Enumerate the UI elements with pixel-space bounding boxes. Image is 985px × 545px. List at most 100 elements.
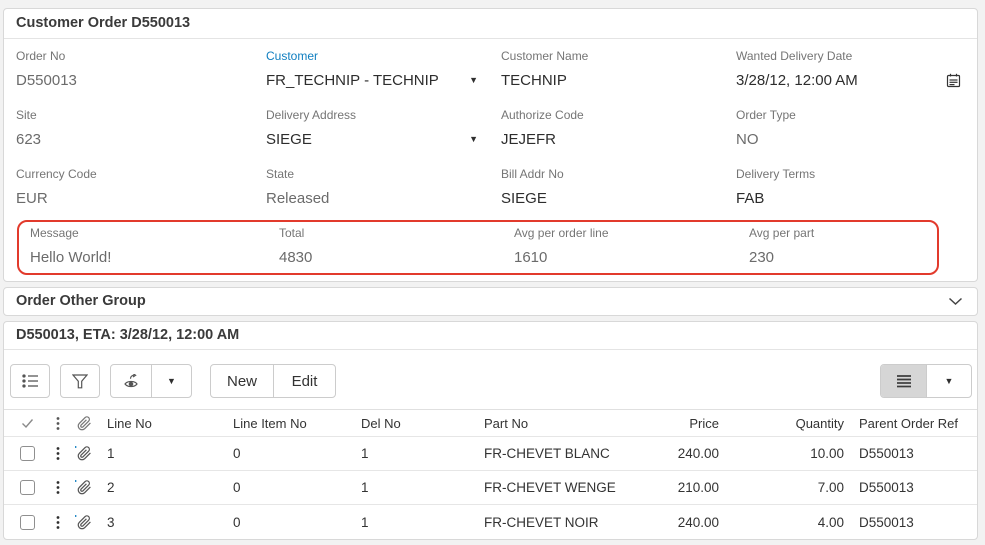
table-row[interactable]: + 2 0 1 FR-CHEVET WENGE 210.00 7.00 D550… bbox=[4, 471, 977, 505]
cell-line-no: 1 bbox=[102, 446, 229, 461]
row-menu-ellipsis-icon[interactable] bbox=[50, 480, 66, 495]
row-menu-ellipsis-icon[interactable] bbox=[50, 515, 66, 530]
filter-funnel-icon bbox=[72, 374, 88, 389]
customer-combobox[interactable]: FR_TECHNIP - TECHNIP ▼ bbox=[266, 71, 478, 90]
plus-icon: + bbox=[73, 446, 79, 452]
new-button[interactable]: New bbox=[211, 365, 273, 397]
customer-name-value: TECHNIP bbox=[501, 71, 736, 90]
field-customer-name: Customer Name TECHNIP bbox=[501, 49, 736, 90]
cell-part-no: FR-CHEVET WENGE bbox=[480, 480, 660, 495]
view-toggle-group: ▼ bbox=[880, 364, 972, 398]
caret-down-icon[interactable]: ▼ bbox=[469, 135, 478, 144]
field-wanted-delivery-date: Wanted Delivery Date 3/28/12, 12:00 AM bbox=[736, 49, 961, 90]
column-header-quantity[interactable]: Quantity bbox=[722, 416, 847, 431]
filter-button[interactable] bbox=[60, 364, 100, 398]
bill-addr-no-value: SIEGE bbox=[501, 189, 736, 208]
edit-button[interactable]: Edit bbox=[273, 365, 335, 397]
row-menu-ellipsis-icon[interactable] bbox=[50, 446, 66, 461]
order-no-label: Order No bbox=[16, 49, 266, 64]
delivery-address-combobox[interactable]: SIEGE ▼ bbox=[266, 130, 478, 149]
field-customer: Customer FR_TECHNIP - TECHNIP ▼ bbox=[266, 49, 501, 90]
page-title: Customer Order D550013 bbox=[16, 16, 190, 31]
customer-name-label: Customer Name bbox=[501, 49, 736, 64]
column-menu-ellipsis-icon bbox=[50, 416, 66, 431]
avg-per-part-label: Avg per part bbox=[749, 226, 937, 241]
plus-icon: + bbox=[73, 480, 79, 486]
column-header-del-no[interactable]: Del No bbox=[357, 416, 480, 431]
column-header-parent-order-ref[interactable]: Parent Order Ref bbox=[847, 416, 977, 431]
state-value: Released bbox=[266, 189, 501, 208]
cell-price: 240.00 bbox=[660, 446, 722, 461]
views-split-button: ▼ bbox=[110, 364, 192, 398]
field-avg-per-order-line: Avg per order line 1610 bbox=[514, 226, 749, 267]
cell-del-no: 1 bbox=[357, 446, 480, 461]
field-authorize-code: Authorize Code JEJEFR bbox=[501, 108, 736, 149]
cell-del-no: 1 bbox=[357, 515, 480, 530]
cell-parent-order-ref: D550013 bbox=[847, 515, 977, 530]
bill-addr-no-label: Bill Addr No bbox=[501, 167, 736, 182]
customer-label-link[interactable]: Customer bbox=[266, 49, 501, 64]
order-type-label: Order Type bbox=[736, 108, 961, 123]
wanted-delivery-date-label: Wanted Delivery Date bbox=[736, 49, 961, 64]
select-all-check-icon[interactable] bbox=[4, 418, 50, 429]
lines-toolbar: ▼ New Edit ▼ bbox=[4, 350, 977, 409]
cell-line-item-no: 0 bbox=[229, 480, 357, 495]
total-label: Total bbox=[279, 226, 514, 241]
wanted-delivery-date-picker[interactable]: 3/28/12, 12:00 AM bbox=[736, 71, 961, 90]
delivery-address-label: Delivery Address bbox=[266, 108, 501, 123]
order-other-group-header[interactable]: Order Other Group bbox=[4, 288, 977, 315]
rows-view-icon bbox=[896, 374, 912, 389]
order-other-group-title: Order Other Group bbox=[16, 294, 146, 309]
row-checkbox[interactable] bbox=[20, 480, 35, 495]
cell-quantity: 7.00 bbox=[722, 480, 847, 495]
cell-del-no: 1 bbox=[357, 480, 480, 495]
column-header-line-item-no[interactable]: Line Item No bbox=[229, 416, 357, 431]
column-header-price[interactable]: Price bbox=[660, 416, 722, 431]
field-order-no: Order No D550013 bbox=[16, 49, 266, 90]
cell-price: 240.00 bbox=[660, 515, 722, 530]
total-value: 4830 bbox=[279, 248, 514, 267]
calendar-icon[interactable] bbox=[946, 73, 961, 88]
row-checkbox[interactable] bbox=[20, 446, 35, 461]
cell-line-item-no: 0 bbox=[229, 515, 357, 530]
multi-select-button[interactable] bbox=[10, 364, 50, 398]
order-lines-table: Line No Line Item No Del No Part No Pric… bbox=[4, 409, 977, 539]
order-form: Order No D550013 Customer FR_TECHNIP - T… bbox=[4, 39, 977, 281]
table-row[interactable]: + 1 0 1 FR-CHEVET BLANC 240.00 10.00 D55… bbox=[4, 437, 977, 471]
order-lines-header: D550013, ETA: 3/28/12, 12:00 AM bbox=[4, 322, 977, 350]
add-attachment-icon[interactable]: + bbox=[77, 515, 92, 530]
cell-quantity: 10.00 bbox=[722, 446, 847, 461]
add-attachment-icon[interactable]: + bbox=[77, 480, 92, 495]
field-bill-addr-no: Bill Addr No SIEGE bbox=[501, 167, 736, 208]
site-value: 623 bbox=[16, 130, 266, 149]
order-type-value: NO bbox=[736, 130, 961, 149]
list-bullets-icon bbox=[22, 373, 39, 389]
field-delivery-terms: Delivery Terms FAB bbox=[736, 167, 961, 208]
avg-per-part-value: 230 bbox=[749, 248, 937, 267]
delivery-address-value: SIEGE bbox=[266, 130, 312, 149]
order-no-value: D550013 bbox=[16, 71, 266, 90]
chevron-down-icon[interactable] bbox=[948, 297, 963, 306]
customer-order-card: Customer Order D550013 Order No D550013 … bbox=[3, 8, 978, 282]
add-attachment-icon[interactable]: + bbox=[77, 446, 92, 461]
delivery-terms-value: FAB bbox=[736, 189, 961, 208]
list-view-button[interactable] bbox=[881, 365, 926, 397]
views-dropdown-button[interactable]: ▼ bbox=[151, 365, 191, 397]
views-button[interactable] bbox=[111, 365, 151, 397]
plus-icon: + bbox=[73, 515, 79, 521]
column-header-part-no[interactable]: Part No bbox=[480, 416, 660, 431]
order-lines-title: D550013, ETA: 3/28/12, 12:00 AM bbox=[16, 328, 239, 343]
row-checkbox[interactable] bbox=[20, 515, 35, 530]
cell-line-no: 2 bbox=[102, 480, 229, 495]
cell-price: 210.00 bbox=[660, 480, 722, 495]
field-avg-per-part: Avg per part 230 bbox=[749, 226, 937, 267]
cell-parent-order-ref: D550013 bbox=[847, 480, 977, 495]
column-header-line-no[interactable]: Line No bbox=[102, 416, 229, 431]
order-other-group-card: Order Other Group bbox=[3, 287, 978, 316]
message-value: Hello World! bbox=[30, 248, 279, 267]
view-options-dropdown-button[interactable]: ▼ bbox=[926, 365, 971, 397]
site-label: Site bbox=[16, 108, 266, 123]
table-row[interactable]: + 3 0 1 FR-CHEVET NOIR 240.00 4.00 D5500… bbox=[4, 505, 977, 539]
caret-down-icon[interactable]: ▼ bbox=[469, 76, 478, 85]
currency-code-label: Currency Code bbox=[16, 167, 266, 182]
